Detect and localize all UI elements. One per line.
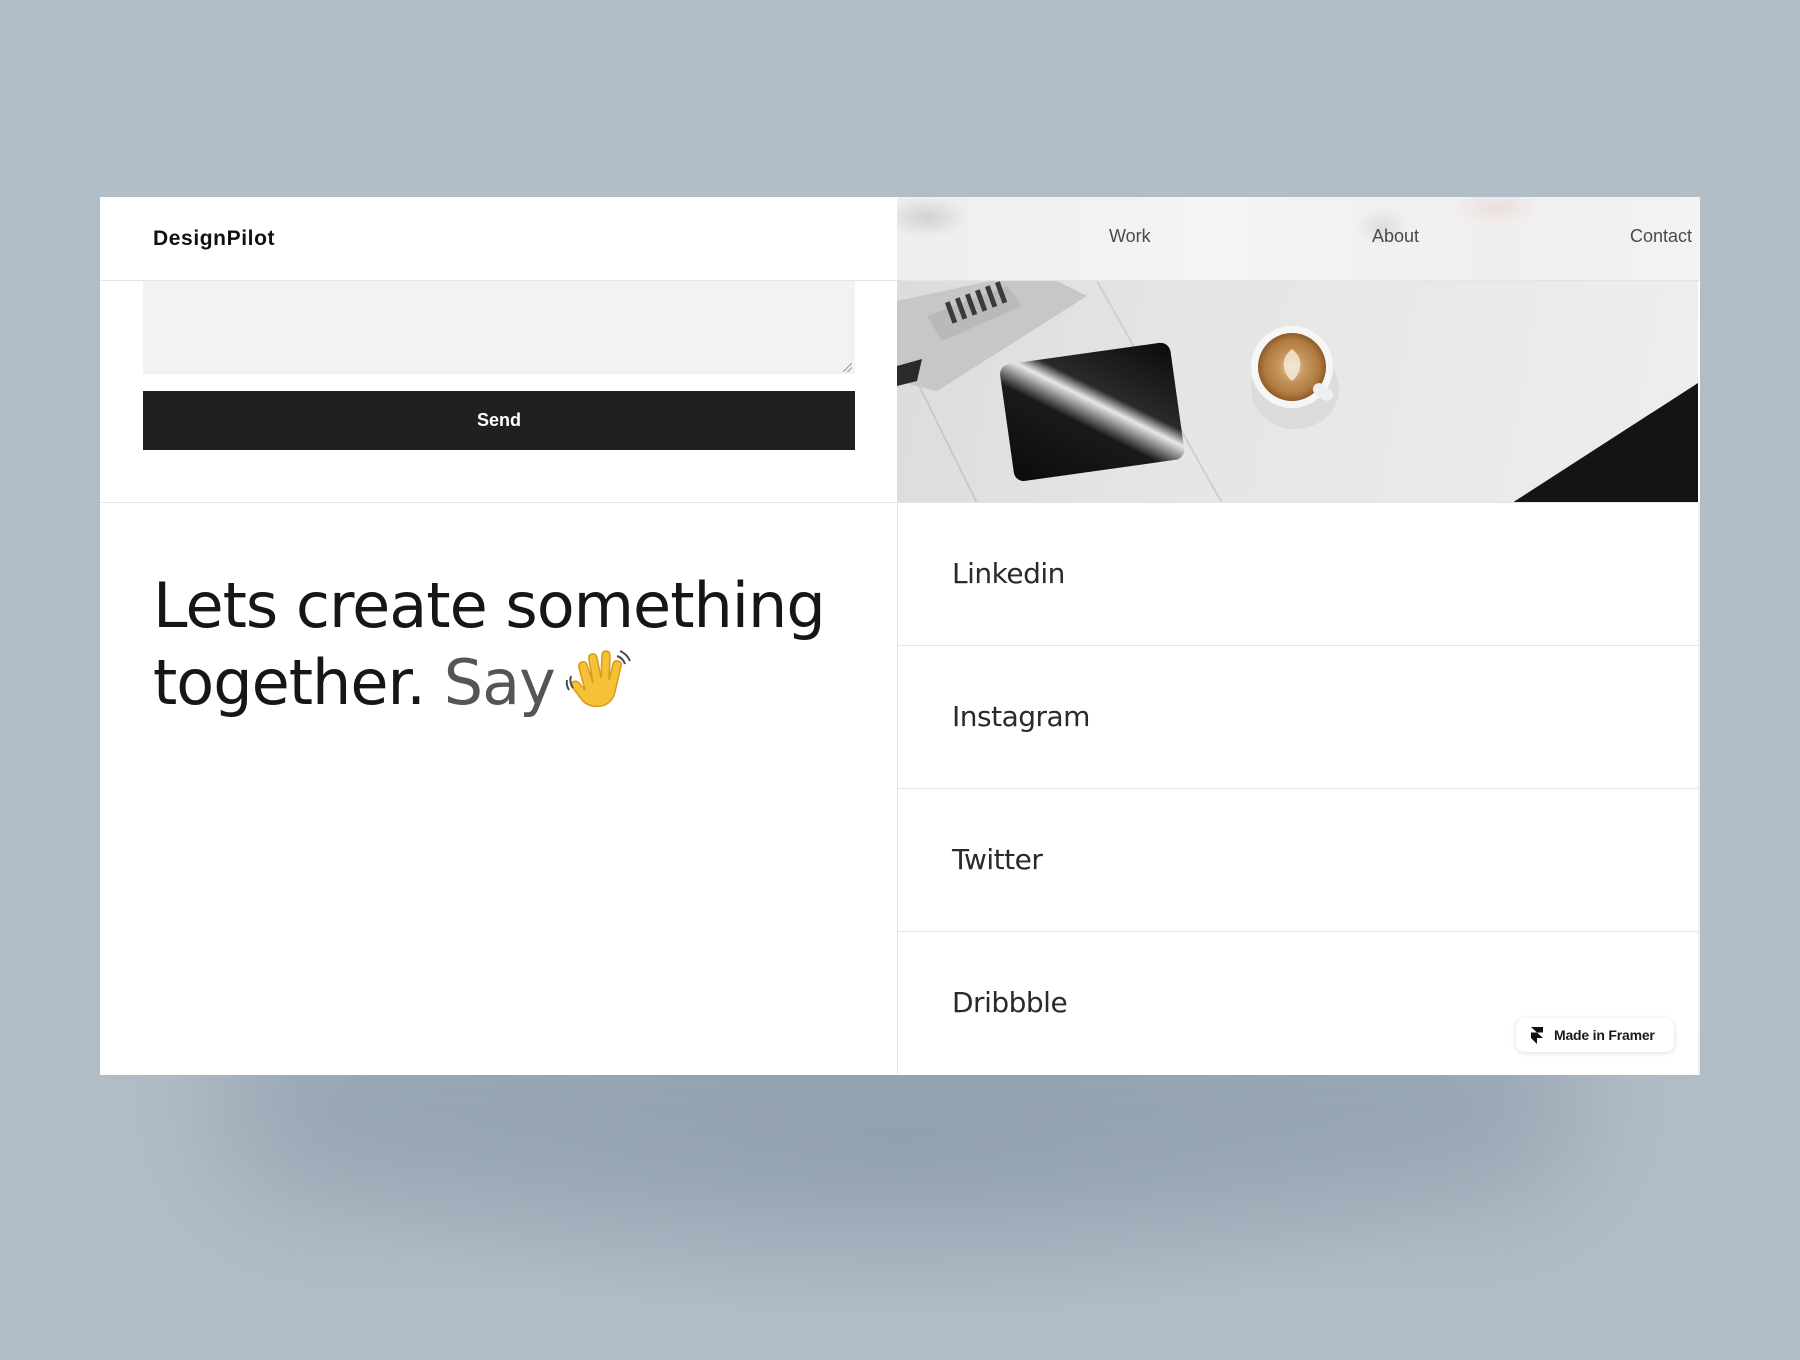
frame-right-edge [1698,503,1700,1075]
message-field[interactable] [143,281,855,374]
social-label-twitter: Twitter [952,843,1043,876]
header-brand-area: DesignPilot [100,197,897,280]
headline-line-1: Lets create something [153,569,826,642]
social-links: Linkedin Instagram Twitter Dribbble [898,504,1698,1075]
site-header: DesignPilot [100,197,1700,281]
resize-grip-icon[interactable] [843,363,852,372]
desk-photo-illustration [897,281,1698,502]
social-label-instagram: Instagram [952,700,1090,733]
made-in-framer-badge[interactable]: Made in Framer [1516,1018,1674,1052]
made-in-framer-label: Made in Framer [1554,1027,1655,1043]
header-nav-area [897,197,1700,280]
contact-form: Send [100,281,897,503]
social-label-linkedin: Linkedin [952,557,1065,590]
nav-about[interactable]: About [1372,226,1419,247]
hero-photo [897,281,1698,503]
social-item-twitter[interactable]: Twitter [898,790,1698,932]
social-item-dribbble[interactable]: Dribbble [898,933,1698,1075]
brand-logo[interactable]: DesignPilot [153,227,275,251]
waving-hand-icon [565,650,633,731]
framer-logo-icon [1531,1027,1543,1049]
social-item-linkedin[interactable]: Linkedin [898,504,1698,646]
send-button[interactable]: Send [143,391,855,450]
headline: Lets create something together. Say [153,567,826,731]
headline-line-2: together. Say [153,644,825,731]
headline-say: Say [443,646,556,719]
headline-together: together. [153,646,426,719]
social-label-dribbble: Dribbble [952,986,1068,1019]
nav-work[interactable]: Work [1109,226,1151,247]
nav-contact[interactable]: Contact [1630,226,1692,247]
website-frame: DesignPilot Work About Contact Send Lets… [100,197,1700,1075]
social-item-instagram[interactable]: Instagram [898,647,1698,789]
